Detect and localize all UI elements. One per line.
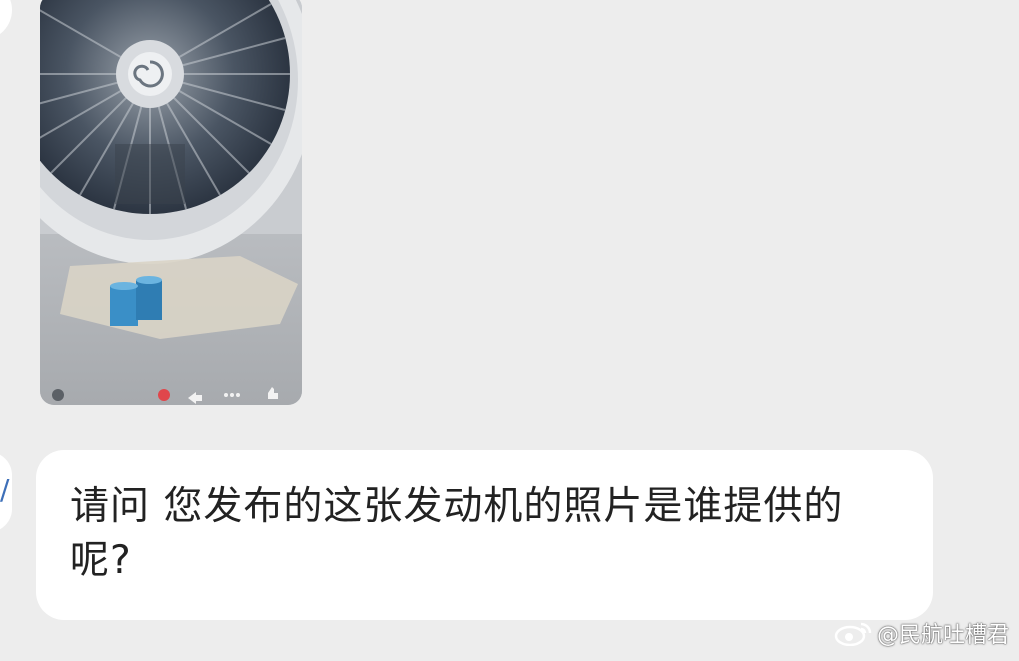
engine-photo bbox=[40, 0, 302, 405]
text-message-bubble[interactable]: 请问 您发布的这张发动机的照片是谁提供的呢? bbox=[36, 450, 933, 620]
weibo-watermark: @民航吐槽君 bbox=[833, 617, 1009, 649]
watermark-text: @民航吐槽君 bbox=[876, 623, 1009, 648]
back-icon[interactable] bbox=[52, 389, 64, 401]
sender-avatar[interactable] bbox=[0, 0, 12, 40]
photo-message[interactable] bbox=[40, 0, 302, 405]
avatar-mark-icon: / bbox=[0, 473, 10, 506]
weibo-logo-icon bbox=[834, 622, 872, 646]
more-icon[interactable] bbox=[224, 393, 240, 397]
sender-avatar-2[interactable]: / bbox=[0, 452, 12, 532]
record-icon[interactable] bbox=[158, 389, 170, 401]
message-text: 请问 您发布的这张发动机的照片是谁提供的呢? bbox=[70, 484, 844, 583]
